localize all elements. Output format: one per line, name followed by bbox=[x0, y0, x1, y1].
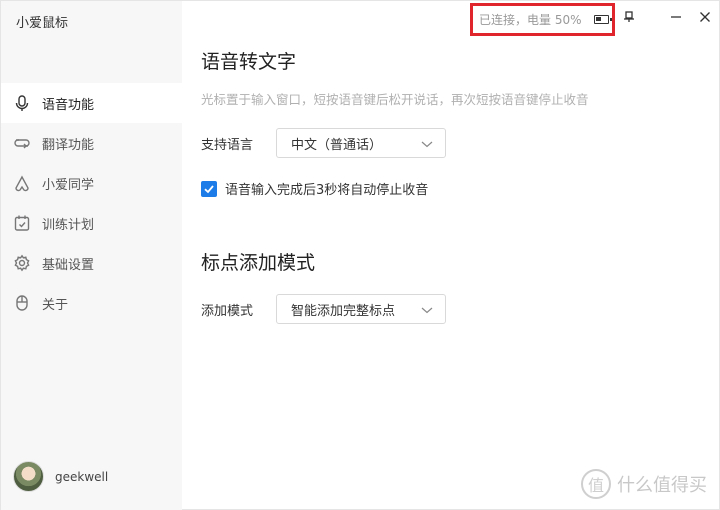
mode-select-value: 智能添加完整标点 bbox=[291, 303, 396, 319]
avatar bbox=[13, 461, 44, 492]
gear-icon bbox=[13, 254, 31, 272]
sidebar-item-label: 基础设置 bbox=[42, 257, 95, 273]
user-profile[interactable]: geekwell bbox=[13, 461, 108, 492]
pin-icon bbox=[623, 8, 635, 27]
connection-status: 已连接，电量 50% bbox=[470, 3, 615, 36]
watermark-text: 什么值得买 bbox=[617, 475, 707, 496]
sidebar-item-training[interactable]: 训练计划 bbox=[1, 203, 182, 243]
sidebar-item-label: 小爱同学 bbox=[42, 177, 95, 193]
minimize-icon bbox=[670, 8, 682, 27]
xiaoai-icon bbox=[13, 174, 31, 192]
auto-stop-checkbox[interactable] bbox=[201, 180, 217, 197]
username: geekwell bbox=[55, 469, 109, 484]
sidebar-item-label: 翻译功能 bbox=[42, 137, 95, 153]
auto-stop-label: 语音输入完成后3秒将自动停止收音 bbox=[225, 183, 429, 198]
battery-icon bbox=[593, 15, 612, 24]
punctuation-section-title: 标点添加模式 bbox=[201, 252, 316, 274]
watermark: 值 什么值得买 bbox=[581, 469, 707, 499]
mode-label: 添加模式 bbox=[201, 304, 254, 319]
language-select[interactable]: 中文（普通话） bbox=[276, 128, 446, 158]
close-button[interactable] bbox=[695, 7, 715, 27]
app-window: 小爱鼠标 语音功能 翻译功能 小爱同学 训练计划 基础设置 关于 geekwel… bbox=[0, 0, 720, 510]
app-title: 小爱鼠标 bbox=[16, 16, 69, 31]
status-text: 已连接，电量 50% bbox=[479, 13, 582, 27]
sidebar-item-voice[interactable]: 语音功能 bbox=[1, 83, 182, 123]
sidebar-item-xiaoai[interactable]: 小爱同学 bbox=[1, 163, 182, 203]
watermark-logo: 值 bbox=[581, 469, 611, 499]
voice-hint: 光标置于输入窗口，短按语音键后松开说话，再次短按语音键停止收音 bbox=[201, 92, 589, 107]
punctuation-mode-select[interactable]: 智能添加完整标点 bbox=[276, 294, 446, 324]
language-select-value: 中文（普通话） bbox=[291, 137, 383, 153]
mouse-icon bbox=[13, 294, 31, 312]
calendar-icon bbox=[13, 214, 31, 232]
sidebar-item-label: 关于 bbox=[42, 297, 69, 313]
sidebar-item-settings[interactable]: 基础设置 bbox=[1, 243, 182, 283]
sidebar-nav: 语音功能 翻译功能 小爱同学 训练计划 基础设置 关于 bbox=[1, 83, 182, 323]
language-label: 支持语言 bbox=[201, 138, 254, 153]
chevron-down-icon bbox=[421, 138, 433, 150]
close-icon bbox=[699, 8, 711, 27]
chevron-down-icon bbox=[421, 304, 433, 316]
microphone-icon bbox=[13, 94, 31, 112]
pin-button[interactable] bbox=[619, 7, 639, 27]
minimize-button[interactable] bbox=[666, 7, 686, 27]
translate-icon bbox=[13, 134, 31, 152]
sidebar-item-about[interactable]: 关于 bbox=[1, 283, 182, 323]
sidebar-item-label: 训练计划 bbox=[42, 217, 95, 233]
sidebar: 小爱鼠标 语音功能 翻译功能 小爱同学 训练计划 基础设置 关于 geekwel… bbox=[1, 1, 182, 510]
auto-stop-option[interactable]: 语音输入完成后3秒将自动停止收音 bbox=[201, 179, 428, 198]
sidebar-item-translate[interactable]: 翻译功能 bbox=[1, 123, 182, 163]
voice-section-title: 语音转文字 bbox=[201, 51, 297, 73]
sidebar-item-label: 语音功能 bbox=[42, 97, 95, 113]
